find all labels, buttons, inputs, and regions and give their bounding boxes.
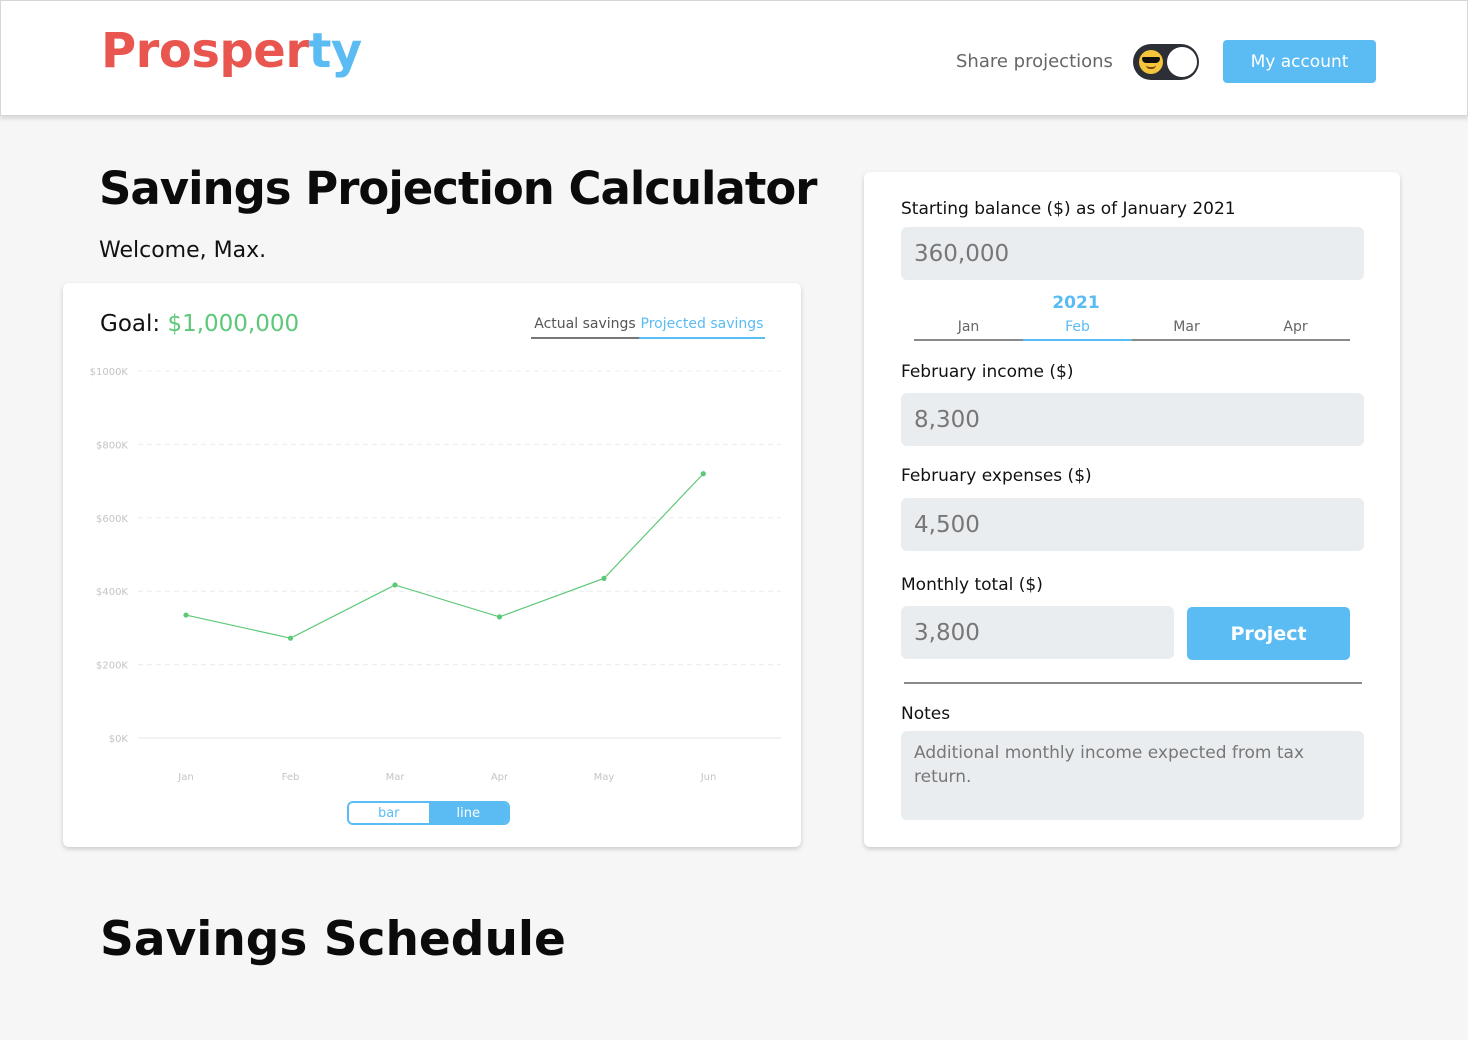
data-point [601,575,607,581]
goal-amount: $1,000,000 [167,311,300,337]
year-label: 2021 [1052,293,1100,313]
x-tick-label: May [594,772,615,783]
y-tick-label: $200K [96,661,128,672]
tab-month-apr[interactable]: Apr [1241,317,1350,339]
data-point [183,612,189,618]
bar-view-option[interactable]: bar [349,803,429,823]
page-title: Savings Projection Calculator [99,162,817,215]
prosperty-logo[interactable]: Prosperty [101,27,362,75]
savings-chart-card: $0K $200K $400K $600K $800K $1000K Jan Feb Mar Ap… [63,283,801,847]
data-point [700,471,706,477]
line-view-option[interactable]: line [428,803,508,823]
income-input[interactable]: 8,300 [901,393,1364,446]
expenses-label: February expenses ($) [901,466,1092,486]
tab-month-feb[interactable]: Feb [1023,317,1132,341]
x-tick-label: Feb [282,772,300,783]
monthly-total-label: Monthly total ($) [901,575,1043,595]
expenses-input[interactable]: 4,500 [901,498,1364,551]
data-point [496,614,503,620]
goal-label: Goal: [100,311,161,337]
y-tick-label: $0K [109,734,129,745]
logo-text-part2: ty [308,23,362,79]
sunglasses-emoji-icon [1139,50,1163,74]
notes-label: Notes [901,704,951,724]
notes-textarea[interactable]: Additional monthly income expected from … [901,731,1364,820]
monthly-total-input[interactable]: 3,800 [901,606,1174,659]
x-tick-label: Mar [386,772,406,783]
data-point [287,635,294,641]
savings-line-chart: $0K $200K $400K $600K $800K $1000K Jan Feb Mar Ap… [90,367,781,783]
logo-text-part1: Prosper [101,23,309,79]
tab-month-jan[interactable]: Jan [914,317,1023,339]
toggle-knob [1167,47,1197,77]
top-navigation-bar: Prosperty Share projections My account [0,0,1468,116]
project-button[interactable]: Project [1187,607,1350,660]
form-divider [904,682,1362,684]
share-projections-toggle[interactable] [1133,44,1199,80]
x-tick-label: Jun [700,772,717,783]
series-line [185,473,704,639]
chart-type-toggle: bar line [347,801,510,825]
welcome-message: Welcome, Max. [99,238,267,263]
month-tabs: Jan Feb Mar Apr [914,317,1350,341]
share-projections-label: Share projections [956,51,1113,72]
savings-goal: Goal: $1,000,000 [100,311,299,337]
x-tick-label: Jan [177,772,193,783]
income-label: February income ($) [901,362,1074,382]
y-tick-label: $400K [96,587,128,598]
x-tick-label: Apr [491,772,509,783]
y-tick-label: $600K [96,514,128,525]
tab-actual-savings[interactable]: Actual savings [531,316,639,339]
data-point [392,582,398,588]
y-tick-label: $1000K [90,367,129,378]
my-account-button[interactable]: My account [1223,40,1376,83]
tab-projected-savings[interactable]: Projected savings [639,316,765,339]
tab-month-mar[interactable]: Mar [1132,317,1241,339]
calculator-form-card: Starting balance ($) as of January 2021 … [864,172,1400,847]
y-tick-label: $800K [96,440,128,451]
starting-balance-input[interactable]: 360,000 [901,227,1364,280]
starting-balance-label: Starting balance ($) as of January 2021 [901,199,1236,219]
savings-schedule-title: Savings Schedule [100,912,566,967]
